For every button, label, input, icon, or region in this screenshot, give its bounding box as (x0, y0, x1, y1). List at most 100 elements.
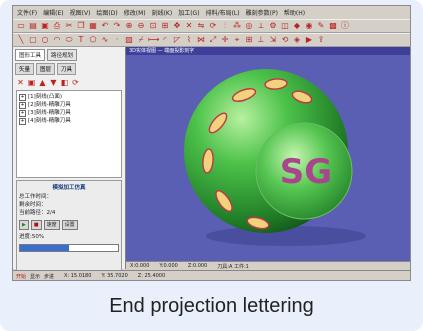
emboss-icon[interactable]: ◈ (292, 35, 302, 45)
new-file-icon[interactable]: ▭ (16, 21, 26, 31)
rotate-icon[interactable]: ⟳ (208, 21, 218, 31)
ball-render: SG (184, 69, 366, 246)
product-card: 文件(F) 编辑(E) 视图(V) 绘图(D) 修改(M) 刻线(K) 加工(G… (0, 0, 423, 331)
tree-node[interactable]: + [3]刻线-精雕刀具 (19, 109, 119, 117)
play-button[interactable]: ▶ (19, 220, 29, 230)
render-icon[interactable]: ◉ (304, 21, 314, 31)
close-icon[interactable]: ✕ (16, 78, 25, 87)
join-icon[interactable]: ⋈ (196, 35, 206, 45)
tree-node-label: [2]刻线-精雕刀具 (28, 102, 71, 108)
print-icon[interactable]: ⎙ (52, 21, 62, 31)
zoom-all-icon[interactable]: ⊞ (160, 21, 170, 31)
wrap-icon[interactable]: ⟲ (280, 35, 290, 45)
start-button[interactable]: 开始 (16, 273, 26, 280)
tree-node[interactable]: + [1]刻线(凸面) (19, 93, 119, 101)
circle-icon[interactable]: ○ (40, 35, 50, 45)
add-path-icon[interactable]: ▣ (27, 78, 36, 87)
zoom-window-icon[interactable]: ⊡ (148, 21, 158, 31)
tab-graphics-tools[interactable]: 图形工具 (15, 49, 46, 61)
stop-button[interactable]: ■ (30, 220, 42, 230)
pan-icon[interactable]: ✥ (172, 21, 182, 31)
menu-engrave[interactable]: 刻线(K) (152, 8, 173, 17)
snap-icon[interactable]: ⌖ (232, 35, 242, 45)
menu-draw[interactable]: 绘图(D) (96, 8, 117, 17)
polygon-icon[interactable]: ⬠ (88, 35, 98, 45)
tab-path-planning[interactable]: 路径规划 (47, 49, 78, 61)
machine-icon[interactable]: ▩ (328, 21, 338, 31)
mirror-icon[interactable]: ⇋ (196, 21, 206, 31)
progress-bar (19, 244, 119, 252)
hatch-icon[interactable]: ▨ (124, 35, 134, 45)
step-button[interactable]: 步进 (44, 273, 54, 280)
scale-icon[interactable]: ⤢ (208, 35, 218, 45)
move-icon[interactable]: ✛ (220, 35, 230, 45)
view-3d-icon[interactable]: ◆ (292, 21, 302, 31)
project-icon[interactable]: ⇲ (268, 35, 278, 45)
extend-icon[interactable]: ⟼ (148, 35, 159, 45)
fillet-icon[interactable]: ◜ (160, 35, 170, 45)
arc-icon[interactable]: ◠ (52, 35, 62, 45)
menu-help[interactable]: 帮助(H) (284, 8, 305, 17)
tree-node[interactable]: + [4]刻线-精雕刀具 (19, 117, 119, 125)
up-icon[interactable]: ▲ (38, 78, 47, 87)
subtab-vector[interactable]: 矢量 (15, 63, 35, 75)
menu-modify[interactable]: 修改(M) (124, 8, 146, 17)
menu-edit[interactable]: 编辑(E) (43, 8, 63, 17)
layers-icon[interactable]: ◫ (280, 21, 290, 31)
settings-button[interactable]: 设置 (61, 220, 78, 230)
point-icon[interactable]: · (112, 35, 122, 45)
delete-icon[interactable]: ✕ (184, 21, 194, 31)
settings-icon[interactable]: ⚙ (268, 21, 278, 31)
left-panel: 图形工具 路径规划 矢量 图层 刀具 ✕ ▣ ▲ ▼ ◧ ⟳ + [1]刻线(凸面… (13, 47, 126, 280)
tree-node-label: [4]刻线-精雕刀具 (28, 118, 71, 124)
status-x: X:0.000 (130, 263, 150, 269)
tool-icon[interactable]: ✎ (316, 21, 326, 31)
array-icon[interactable]: ⁂ (232, 21, 242, 31)
menu-file[interactable]: 文件(F) (17, 8, 37, 17)
menu-machining[interactable]: 加工(G) (178, 8, 199, 17)
info-icon[interactable]: ⓘ (340, 21, 350, 31)
3d-viewport[interactable]: 3D实体视图 — 端面投影刻字 SG (126, 47, 410, 261)
export-icon[interactable]: ⇪ (316, 35, 326, 45)
menu-view[interactable]: 视图(V) (70, 8, 91, 17)
coord-z: Z: 25.4000 (137, 273, 166, 279)
subtab-tool[interactable]: 刀具 (57, 63, 77, 75)
spline-icon[interactable]: ∿ (100, 35, 110, 45)
expand-icon[interactable]: + (19, 102, 26, 109)
sim-icon[interactable]: ▶ (304, 35, 314, 45)
measure-icon[interactable]: ⟂ (256, 21, 266, 31)
copy-icon[interactable]: ❐ (76, 21, 86, 31)
refresh-icon[interactable]: ⟳ (71, 78, 80, 87)
offset-icon[interactable]: ◎ (244, 21, 254, 31)
redo-icon[interactable]: ↷ (112, 21, 122, 31)
save-icon[interactable]: ▣ (40, 21, 50, 31)
trim-icon[interactable]: ⌿ (136, 35, 146, 45)
text-icon[interactable]: T (76, 35, 86, 45)
expand-icon[interactable]: + (19, 118, 26, 125)
cut-icon[interactable]: ✂ (64, 21, 74, 31)
speed-button[interactable]: 速度 (43, 220, 60, 230)
ortho-icon[interactable]: ⊥ (256, 35, 266, 45)
zoom-in-icon[interactable]: ⊕ (124, 21, 134, 31)
grid-icon[interactable]: ⊞ (244, 35, 254, 45)
break-icon[interactable]: ⌇ (184, 35, 194, 45)
undo-icon[interactable]: ↶ (100, 21, 110, 31)
tree-node[interactable]: + [2]刻线-精雕刀具 (19, 101, 119, 109)
zoom-out-icon[interactable]: ⊖ (136, 21, 146, 31)
paste-icon[interactable]: ▦ (88, 21, 98, 31)
chamfer-icon[interactable]: ◸ (172, 35, 182, 45)
ellipse-icon[interactable]: ⬭ (64, 35, 74, 45)
tool-select-icon[interactable]: ◧ (60, 78, 69, 87)
rectangle-icon[interactable]: ▢ (28, 35, 38, 45)
expand-icon[interactable]: + (19, 94, 26, 101)
open-folder-icon[interactable]: ▤ (28, 21, 38, 31)
align-icon[interactable]: ⫶ (220, 21, 230, 31)
menu-params[interactable]: 雕刻参数(P) (246, 8, 278, 17)
expand-icon[interactable]: + (19, 110, 26, 117)
menu-layout[interactable]: 排料/布局(L) (206, 8, 240, 17)
line-icon[interactable]: ╲ (16, 35, 26, 45)
subtab-layer[interactable]: 图层 (36, 63, 56, 75)
down-icon[interactable]: ▼ (49, 78, 58, 87)
display-button[interactable]: 显示 (30, 273, 40, 280)
left-tabs: 图形工具 路径规划 (13, 47, 125, 61)
